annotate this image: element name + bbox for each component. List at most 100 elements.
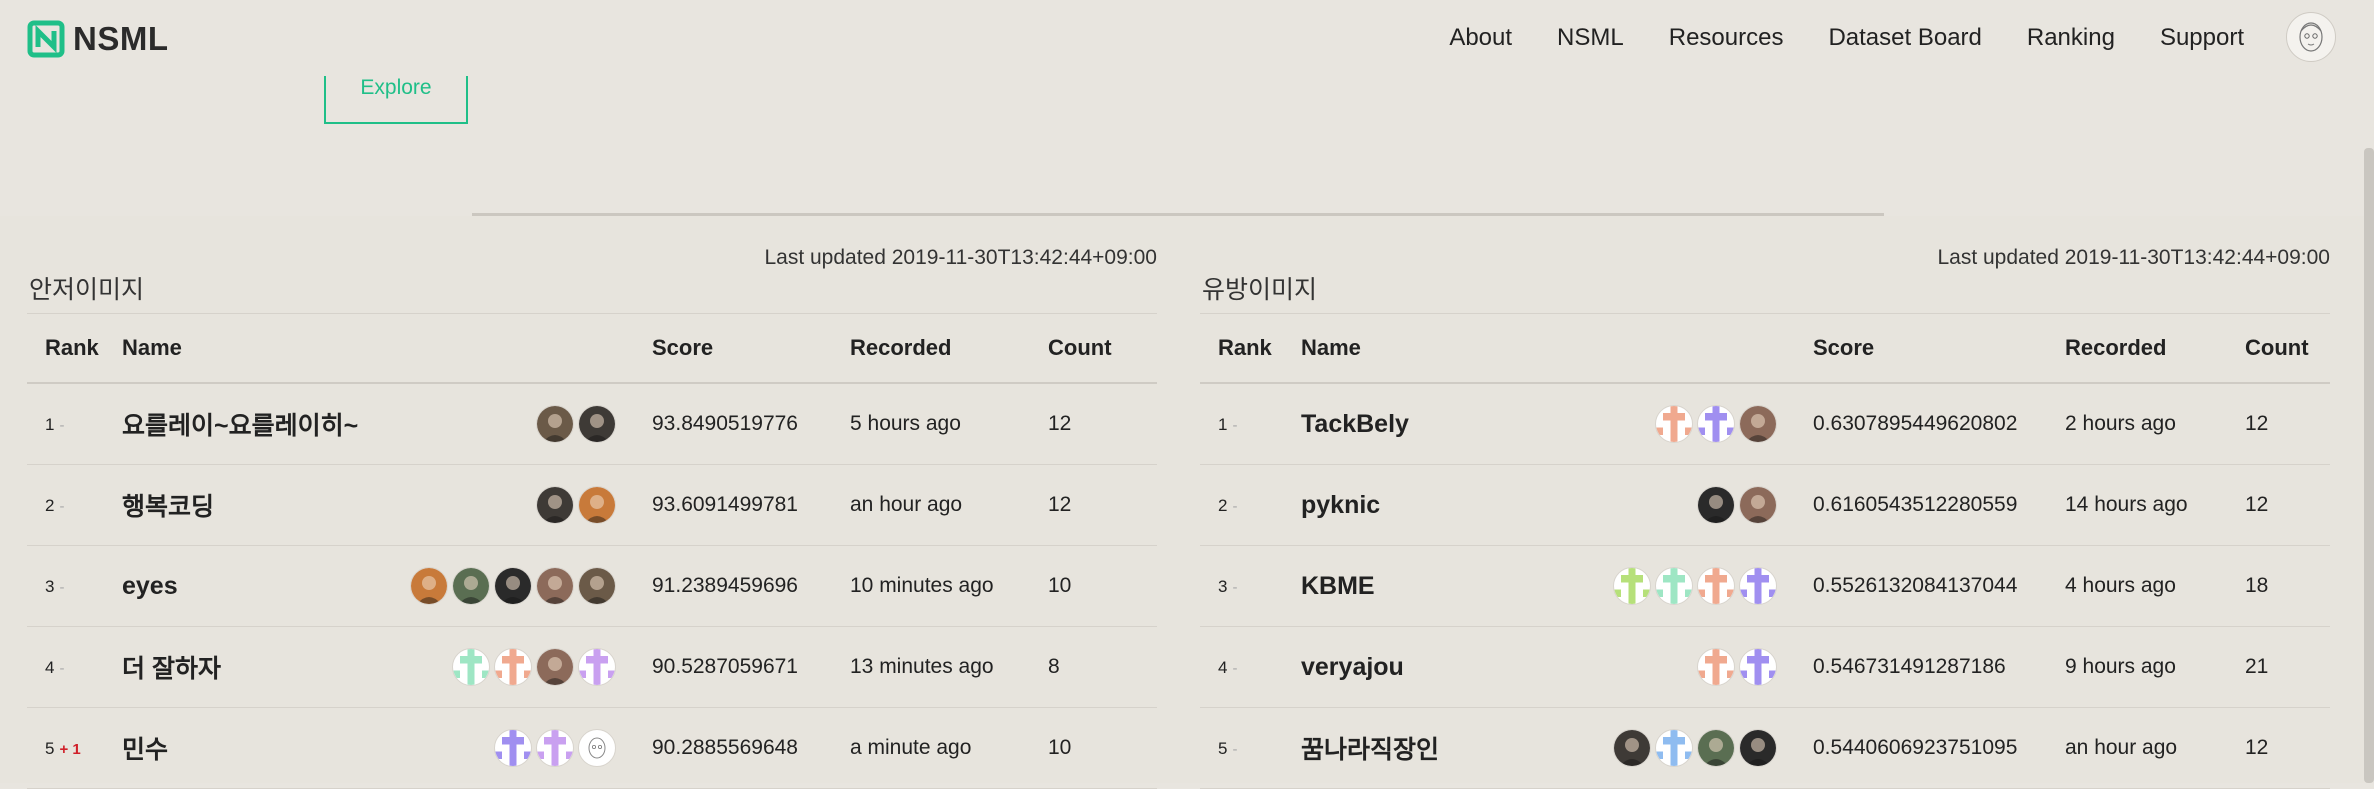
section-divider (472, 213, 1884, 216)
nav-nsml[interactable]: NSML (1557, 24, 1624, 52)
nav-support[interactable]: Support (2160, 24, 2244, 52)
count-cell: 12 (2244, 707, 2330, 789)
nav-about[interactable]: About (1449, 24, 1512, 52)
member-avatars (532, 405, 650, 443)
col-count[interactable]: Count (2244, 313, 2330, 384)
identicon-avatar (536, 729, 574, 767)
table-header-row: Rank Name Score Recorded Count (1200, 313, 2330, 384)
col-rank[interactable]: Rank (27, 313, 121, 384)
ranking-table-body: 1- TackBely 0.6307895449620802 2 hours a… (1200, 383, 2330, 789)
recorded-cell: an hour ago (2064, 707, 2244, 789)
rank-change: - (1232, 660, 1238, 677)
rank-number: 5 (1218, 739, 1228, 758)
table-row[interactable]: 4- veryajou 0.546731491287186 9 hours ag… (1200, 626, 2330, 708)
recorded-cell: 13 minutes ago (849, 626, 1047, 708)
member-avatars (1609, 567, 1811, 605)
last-updated: Last updated 2019-11-30T13:42:44+09:00 (1937, 246, 2330, 269)
last-updated: Last updated 2019-11-30T13:42:44+09:00 (764, 246, 1157, 269)
identicon-avatar (1697, 567, 1735, 605)
nav-ranking[interactable]: Ranking (2027, 24, 2115, 52)
table-row[interactable]: 5- 꿈나라직장인 0.5440606923751095 an hour ago… (1200, 707, 2330, 789)
member-avatars (1609, 729, 1811, 767)
table-row[interactable]: 2- 행복코딩 93.6091499781 an hour ago 12 (27, 464, 1157, 546)
member-avatars (448, 648, 650, 686)
name-cell: TackBely (1300, 383, 1812, 465)
name-cell: veryajou (1300, 626, 1812, 708)
table-row[interactable]: 4- 더 잘하자 90.5287059671 13 minutes ago 8 (27, 626, 1157, 708)
team-name[interactable]: 민수 (122, 730, 168, 766)
rank-number: 1 (1218, 415, 1228, 434)
table-row[interactable]: 1- 요를레이~요를레이히~ 93.8490519776 5 hours ago… (27, 383, 1157, 465)
identicon-avatar (578, 648, 616, 686)
board-title: 유방이미지 (1202, 276, 1318, 304)
table-row[interactable]: 1- TackBely 0.6307895449620802 2 hours a… (1200, 383, 2330, 465)
team-name[interactable]: pyknic (1301, 491, 1380, 520)
table-row[interactable]: 3- KBME 0.5526132084137044 4 hours ago 1… (1200, 545, 2330, 627)
recorded-cell: 4 hours ago (2064, 545, 2244, 627)
rank-number: 2 (1218, 496, 1228, 515)
ranking-table: Rank Name Score Recorded Count 1- TackBe… (1200, 313, 2330, 789)
rank-change: - (59, 579, 65, 596)
rank-cell: 2- (27, 464, 121, 546)
recorded-cell: 5 hours ago (849, 383, 1047, 465)
photo-avatar (1697, 729, 1735, 767)
team-name[interactable]: 요를레이~요를레이히~ (122, 406, 358, 442)
photo-avatar (1697, 486, 1735, 524)
team-name[interactable]: KBME (1301, 572, 1375, 601)
photo-avatar (578, 405, 616, 443)
team-name[interactable]: 더 잘하자 (122, 649, 221, 685)
photo-avatar (1739, 486, 1777, 524)
page-scrollbar[interactable] (2364, 148, 2374, 783)
rank-cell: 4- (1200, 626, 1300, 708)
rank-change: + 1 (59, 741, 81, 758)
score-cell: 90.5287059671 (651, 626, 849, 708)
col-name[interactable]: Name (1300, 313, 1812, 384)
name-cell: 더 잘하자 (121, 626, 651, 708)
table-row[interactable]: 2- pyknic 0.6160543512280559 14 hours ag… (1200, 464, 2330, 546)
top-navigation: NSML About NSML Resources Dataset Board … (0, 0, 2374, 76)
table-row[interactable]: 5 + 1 민수 90.2885569648 a minute ago 10 (27, 707, 1157, 789)
photo-avatar (536, 486, 574, 524)
recorded-cell: 10 minutes ago (849, 545, 1047, 627)
team-name[interactable]: 행복코딩 (122, 487, 214, 523)
name-cell: 꿈나라직장인 (1300, 707, 1812, 789)
brand-name: NSML (73, 20, 169, 57)
ranking-table-body: 1- 요를레이~요를레이히~ 93.8490519776 5 hours ago… (27, 383, 1157, 789)
recorded-cell: an hour ago (849, 464, 1047, 546)
team-name[interactable]: veryajou (1301, 653, 1404, 682)
count-cell: 12 (1047, 464, 1157, 546)
count-cell: 18 (2244, 545, 2330, 627)
team-name[interactable]: TackBely (1301, 410, 1409, 439)
photo-avatar (536, 567, 574, 605)
brand-logo[interactable]: NSML (27, 20, 169, 58)
col-recorded[interactable]: Recorded (2064, 313, 2244, 384)
score-cell: 0.546731491287186 (1812, 626, 2064, 708)
identicon-avatar (494, 729, 532, 767)
nav-resources[interactable]: Resources (1669, 24, 1784, 52)
col-score[interactable]: Score (1812, 313, 2064, 384)
col-score[interactable]: Score (651, 313, 849, 384)
rank-change: - (59, 498, 65, 515)
count-cell: 10 (1047, 707, 1157, 789)
main-menu: About NSML Resources Dataset Board Ranki… (1404, 24, 2244, 52)
table-row[interactable]: 3- eyes 91.2389459696 10 minutes ago 10 (27, 545, 1157, 627)
nsml-logo-icon (27, 20, 65, 58)
col-recorded[interactable]: Recorded (849, 313, 1047, 384)
rank-number: 1 (45, 415, 55, 434)
name-cell: 민수 (121, 707, 651, 789)
team-name[interactable]: 꿈나라직장인 (1301, 730, 1439, 766)
rank-cell: 4- (27, 626, 121, 708)
col-rank[interactable]: Rank (1200, 313, 1300, 384)
rank-cell: 3- (1200, 545, 1300, 627)
col-name[interactable]: Name (121, 313, 651, 384)
identicon-avatar (1613, 567, 1651, 605)
identicon-avatar (1739, 648, 1777, 686)
score-cell: 0.5526132084137044 (1812, 545, 2064, 627)
user-profile-avatar[interactable] (2286, 12, 2336, 62)
recorded-cell: 14 hours ago (2064, 464, 2244, 546)
nav-dataset-board[interactable]: Dataset Board (1828, 24, 1981, 52)
col-count[interactable]: Count (1047, 313, 1157, 384)
team-name[interactable]: eyes (122, 572, 178, 601)
name-cell: eyes (121, 545, 651, 627)
name-cell: KBME (1300, 545, 1812, 627)
